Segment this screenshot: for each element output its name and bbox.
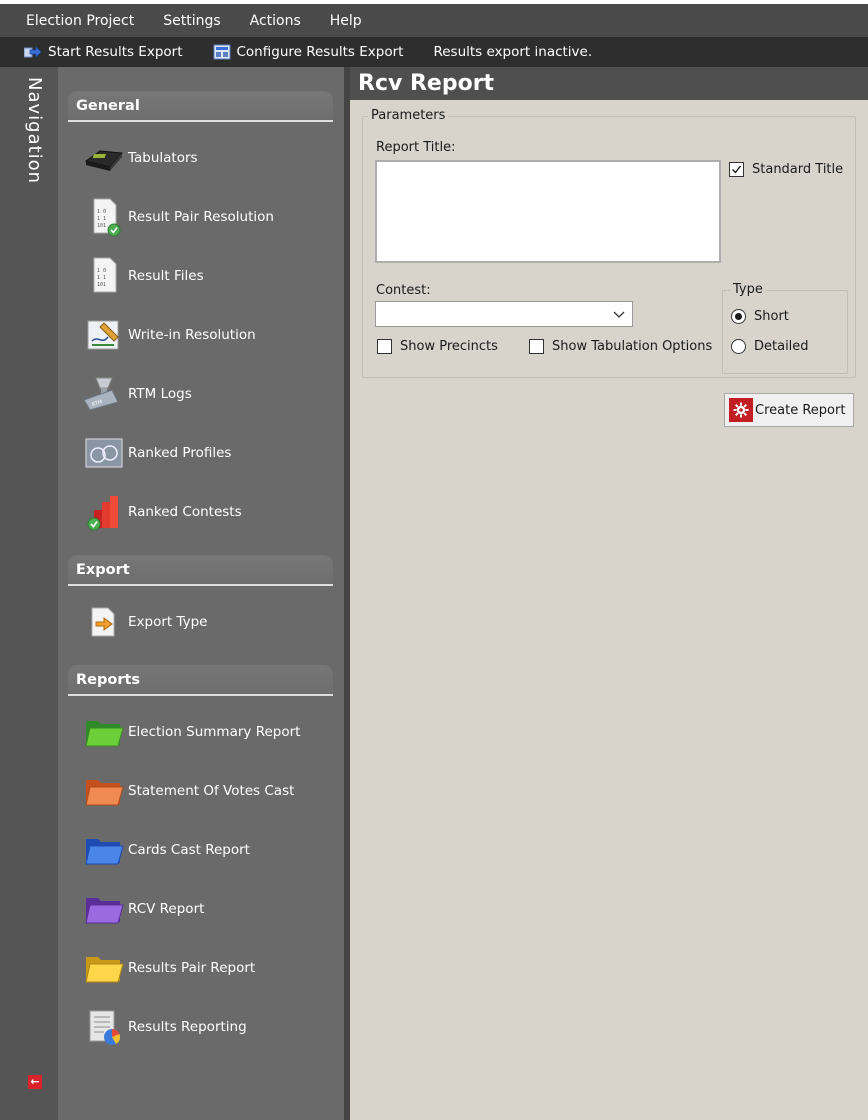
chevron-down-icon <box>613 311 625 318</box>
type-group <box>722 290 848 374</box>
nav-item-results-reporting[interactable]: Results Reporting <box>82 1005 337 1049</box>
nav-label-rtm-logs: RTM Logs <box>128 386 192 402</box>
svg-text:101: 101 <box>97 223 106 229</box>
page-title: Rcv Report <box>358 71 495 96</box>
navigation-tab[interactable]: Navigation <box>0 67 58 1120</box>
configure-icon <box>213 44 230 60</box>
nav-item-write-in-resolution[interactable]: Write-in Resolution <box>82 313 337 357</box>
nav-item-result-pair-resolution[interactable]: 1 0 1 1 101 Result Pair Resolution <box>82 195 337 239</box>
standard-title-check-icon <box>729 162 744 177</box>
section-header-reports: Reports <box>68 665 333 696</box>
result-files-icon: 1 0 1 1 101 <box>82 254 126 298</box>
create-report-button[interactable]: Create Report <box>724 393 854 427</box>
menu-bar: Election Project Settings Actions Help <box>0 0 868 37</box>
nav-item-results-pair-report[interactable]: Results Pair Report <box>82 946 337 990</box>
parameters-group-label: Parameters <box>368 108 449 123</box>
nav-label-statement-of-votes-cast: Statement Of Votes Cast <box>128 783 295 799</box>
type-short-label: Short <box>754 309 789 324</box>
menu-actions[interactable]: Actions <box>250 13 301 29</box>
nav-item-export-type[interactable]: Export Type <box>82 600 337 644</box>
nav-label-write-in-resolution: Write-in Resolution <box>128 327 256 343</box>
svg-text:1 0: 1 0 <box>97 209 106 215</box>
show-precincts-checkbox[interactable]: Show Precincts <box>377 339 498 354</box>
show-tabulation-options-box <box>529 339 544 354</box>
nav-item-rcv-report[interactable]: RCV Report <box>82 887 337 931</box>
report-title-label: Report Title: <box>376 140 456 155</box>
report-title-field[interactable] <box>375 160 721 263</box>
nav-label-results-reporting: Results Reporting <box>128 1019 247 1035</box>
results-export-status: Results export inactive. <box>433 44 593 60</box>
radio-selected-dot <box>735 313 742 320</box>
contest-label: Contest: <box>376 283 431 298</box>
show-precincts-box <box>377 339 392 354</box>
nav-label-export-type: Export Type <box>128 614 208 630</box>
section-title-export: Export <box>76 561 130 578</box>
type-short-radio-circle <box>731 309 746 324</box>
start-results-export-button[interactable]: Start Results Export <box>24 44 183 60</box>
type-detailed-radio-circle <box>731 339 746 354</box>
toolbar: Start Results Export Configure Results E… <box>0 37 868 67</box>
type-short-radio[interactable]: Short <box>731 309 789 324</box>
rtm-logs-icon: RTM <box>82 372 126 416</box>
menu-election-project[interactable]: Election Project <box>26 13 134 29</box>
nav-label-rcv-report: RCV Report <box>128 901 205 917</box>
gear-icon <box>729 398 753 422</box>
write-in-resolution-icon <box>82 313 126 357</box>
section-header-general: General <box>68 91 333 122</box>
nav-item-cards-cast-report[interactable]: Cards Cast Report <box>82 828 337 872</box>
create-report-label: Create Report <box>755 402 846 418</box>
svg-text:1 1: 1 1 <box>97 275 106 281</box>
nav-item-statement-of-votes-cast[interactable]: Statement Of Votes Cast <box>82 769 337 813</box>
svg-text:101: 101 <box>97 282 106 288</box>
section-header-export: Export <box>68 555 333 586</box>
nav-label-result-files: Result Files <box>128 268 204 284</box>
nav-item-tabulators[interactable]: Tabulators <box>82 136 337 180</box>
configure-results-export-label: Configure Results Export <box>236 44 404 60</box>
nav-label-ranked-profiles: Ranked Profiles <box>128 445 232 461</box>
ranked-profiles-icon <box>82 431 126 475</box>
results-reporting-icon <box>82 1005 126 1049</box>
nav-item-rtm-logs[interactable]: RTM RTM Logs <box>82 372 337 416</box>
svg-text:1 0: 1 0 <box>97 268 106 274</box>
start-results-export-label: Start Results Export <box>48 44 183 60</box>
result-pair-resolution-icon: 1 0 1 1 101 <box>82 195 126 239</box>
standard-title-checkbox[interactable]: Standard Title <box>729 162 843 177</box>
nav-item-ranked-profiles[interactable]: Ranked Profiles <box>82 431 337 475</box>
section-title-reports: Reports <box>76 671 141 688</box>
show-precincts-label: Show Precincts <box>400 339 498 354</box>
nav-item-ranked-contests[interactable]: Ranked Contests <box>82 490 337 534</box>
export-type-icon <box>82 600 126 644</box>
menu-settings[interactable]: Settings <box>163 13 220 29</box>
orange-folder-icon <box>82 769 126 813</box>
nav-label-results-pair-report: Results Pair Report <box>128 960 256 976</box>
collapse-navigation-icon[interactable]: ← <box>28 1075 42 1089</box>
yellow-folder-icon <box>82 946 126 990</box>
nav-item-election-summary-report[interactable]: Election Summary Report <box>82 710 337 754</box>
menu-help[interactable]: Help <box>330 13 362 29</box>
nav-item-result-files[interactable]: 1 0 1 1 101 Result Files <box>82 254 337 298</box>
nav-label-election-summary-report: Election Summary Report <box>128 724 301 740</box>
nav-label-cards-cast-report: Cards Cast Report <box>128 842 250 858</box>
nav-label-ranked-contests: Ranked Contests <box>128 504 242 520</box>
svg-text:1 1: 1 1 <box>97 216 106 222</box>
configure-results-export-button[interactable]: Configure Results Export <box>213 44 404 60</box>
purple-folder-icon <box>82 887 126 931</box>
green-folder-icon <box>82 710 126 754</box>
type-detailed-radio[interactable]: Detailed <box>731 339 809 354</box>
nav-label-tabulators: Tabulators <box>128 150 198 166</box>
blue-folder-icon <box>82 828 126 872</box>
navigation-tab-label: Navigation <box>24 77 45 185</box>
tabulator-icon <box>82 136 126 180</box>
section-title-general: General <box>76 97 140 114</box>
show-tabulation-options-checkbox[interactable]: Show Tabulation Options <box>529 339 712 354</box>
type-detailed-label: Detailed <box>754 339 809 354</box>
ranked-contests-icon <box>82 490 126 534</box>
type-group-label: Type <box>730 282 766 297</box>
contest-select[interactable] <box>375 301 633 327</box>
page-title-bar: Rcv Report <box>350 67 868 100</box>
standard-title-label: Standard Title <box>752 162 844 177</box>
show-tabulation-options-label: Show Tabulation Options <box>552 339 713 354</box>
nav-label-result-pair-resolution: Result Pair Resolution <box>128 209 274 225</box>
export-arrow-icon <box>24 46 42 58</box>
